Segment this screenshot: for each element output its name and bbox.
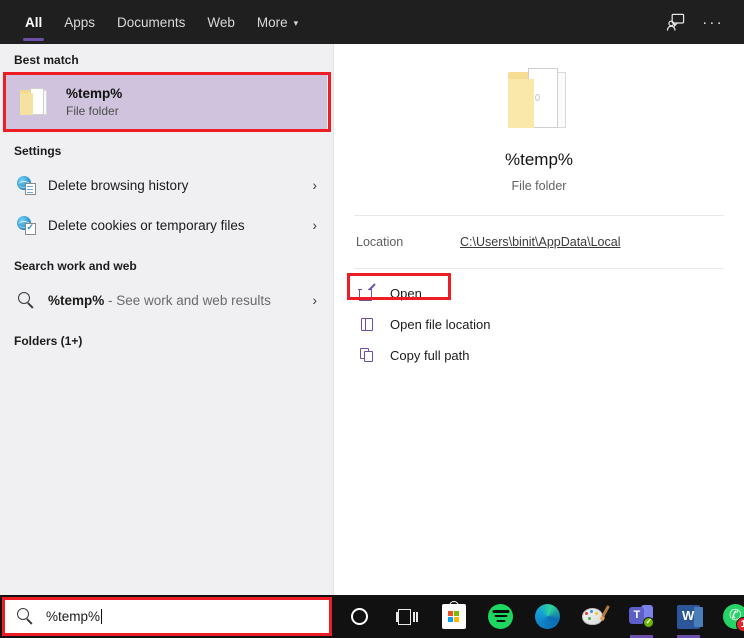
microsoft-store-icon [442, 604, 466, 629]
folder-icon-large [502, 66, 576, 132]
best-match-title: %temp% [66, 86, 122, 101]
best-match-subtitle: File folder [66, 104, 122, 118]
taskbar-icons: 1 [336, 595, 744, 638]
preview-pane: %temp% File folder Location C:\Users\bin… [334, 44, 744, 595]
whatsapp-badge-count: 1 [736, 617, 744, 632]
taskbar-item-whatsapp[interactable]: 1 [712, 595, 744, 638]
taskbar-search-box[interactable]: %temp% [2, 597, 332, 636]
internet-options-icon [14, 176, 38, 195]
preview-header: %temp% File folder [334, 44, 744, 193]
settings-item-label: Delete browsing history [48, 178, 188, 193]
folders-heading: Folders (1+) [0, 320, 333, 355]
location-row: Location C:\Users\binit\AppData\Local [334, 216, 744, 268]
taskbar-item-task-view[interactable] [383, 595, 430, 638]
tab-more-label: More [257, 15, 288, 30]
settings-item-delete-cookies[interactable]: Delete cookies or temporary files › [0, 205, 333, 245]
copy-icon [356, 348, 378, 363]
chevron-right-icon: › [312, 217, 323, 233]
microsoft-edge-icon [535, 604, 560, 629]
action-copy-full-path[interactable]: Copy full path [334, 340, 744, 371]
taskbar-item-microsoft-word[interactable] [665, 595, 712, 638]
search-icon [14, 292, 38, 309]
folder-outline-icon [356, 317, 378, 332]
tab-web-label: Web [207, 15, 235, 30]
taskbar-item-microsoft-teams[interactable] [618, 595, 665, 638]
settings-item-delete-browsing-history[interactable]: Delete browsing history › [0, 165, 333, 205]
taskbar: %temp% [0, 595, 744, 638]
search-body: Best match %temp% File folder Settings [0, 44, 744, 595]
paint-icon [582, 605, 607, 628]
best-match-section: %temp% File folder [0, 74, 333, 130]
best-match-result-row[interactable]: %temp% File folder [6, 74, 327, 130]
preview-subtitle: File folder [512, 179, 567, 193]
search-web-heading: Search work and web [0, 245, 333, 280]
taskbar-item-microsoft-store[interactable] [430, 595, 477, 638]
taskbar-item-spotify[interactable] [477, 595, 524, 638]
more-options-icon[interactable]: ··· [696, 5, 730, 39]
taskbar-item-microsoft-edge[interactable] [524, 595, 571, 638]
tab-all-label: All [25, 15, 42, 30]
web-search-query: %temp% [48, 293, 104, 308]
search-input[interactable]: %temp% [46, 609, 102, 624]
tab-documents[interactable]: Documents [106, 0, 196, 44]
web-search-label: %temp% - See work and web results [48, 293, 271, 308]
open-external-icon [356, 286, 378, 301]
tab-all[interactable]: All [14, 0, 53, 44]
tab-documents-label: Documents [117, 15, 185, 30]
tab-apps-label: Apps [64, 15, 95, 30]
action-open[interactable]: Open [334, 278, 744, 309]
search-topbar: All Apps Documents Web More ▾ [0, 0, 744, 44]
action-list: Open Open file location Copy full path [334, 269, 744, 371]
ellipsis-label: ··· [702, 14, 724, 31]
folder-icon [18, 87, 52, 117]
chevron-down-icon: ▾ [294, 19, 299, 28]
cortana-icon [351, 608, 368, 625]
search-panel-window: All Apps Documents Web More ▾ [0, 0, 744, 638]
tab-more[interactable]: More ▾ [246, 0, 309, 44]
action-open-label: Open [390, 286, 422, 301]
search-tabs: All Apps Documents Web More ▾ [0, 0, 309, 44]
topbar-actions: ··· [658, 5, 744, 39]
results-pane: Best match %temp% File folder Settings [0, 44, 334, 595]
web-search-suffix: - See work and web results [104, 293, 271, 308]
web-search-result-row[interactable]: %temp% - See work and web results › [0, 280, 333, 320]
internet-options-check-icon [14, 216, 38, 235]
taskbar-item-cortana[interactable] [336, 595, 383, 638]
action-open-file-location[interactable]: Open file location [334, 309, 744, 340]
best-match-heading: Best match [0, 44, 333, 74]
location-label: Location [356, 235, 460, 249]
action-copy-path-label: Copy full path [390, 348, 470, 363]
chevron-right-icon: › [312, 177, 323, 193]
action-open-location-label: Open file location [390, 317, 490, 332]
tab-apps[interactable]: Apps [53, 0, 106, 44]
location-link[interactable]: C:\Users\binit\AppData\Local [460, 235, 621, 249]
taskbar-item-paint[interactable] [571, 595, 618, 638]
chevron-right-icon: › [312, 292, 323, 308]
search-icon [17, 608, 34, 625]
whatsapp-icon: 1 [723, 604, 744, 629]
spotify-icon [488, 604, 513, 629]
settings-heading: Settings [0, 130, 333, 165]
text-cursor [101, 609, 102, 624]
microsoft-teams-icon [629, 605, 654, 628]
microsoft-word-icon [677, 605, 700, 629]
tab-web[interactable]: Web [196, 0, 246, 44]
best-match-text: %temp% File folder [66, 86, 122, 118]
preview-title: %temp% [505, 150, 573, 170]
task-view-icon [396, 609, 418, 625]
feedback-icon[interactable] [658, 5, 692, 39]
settings-item-label: Delete cookies or temporary files [48, 218, 245, 233]
search-input-value: %temp% [46, 609, 100, 624]
